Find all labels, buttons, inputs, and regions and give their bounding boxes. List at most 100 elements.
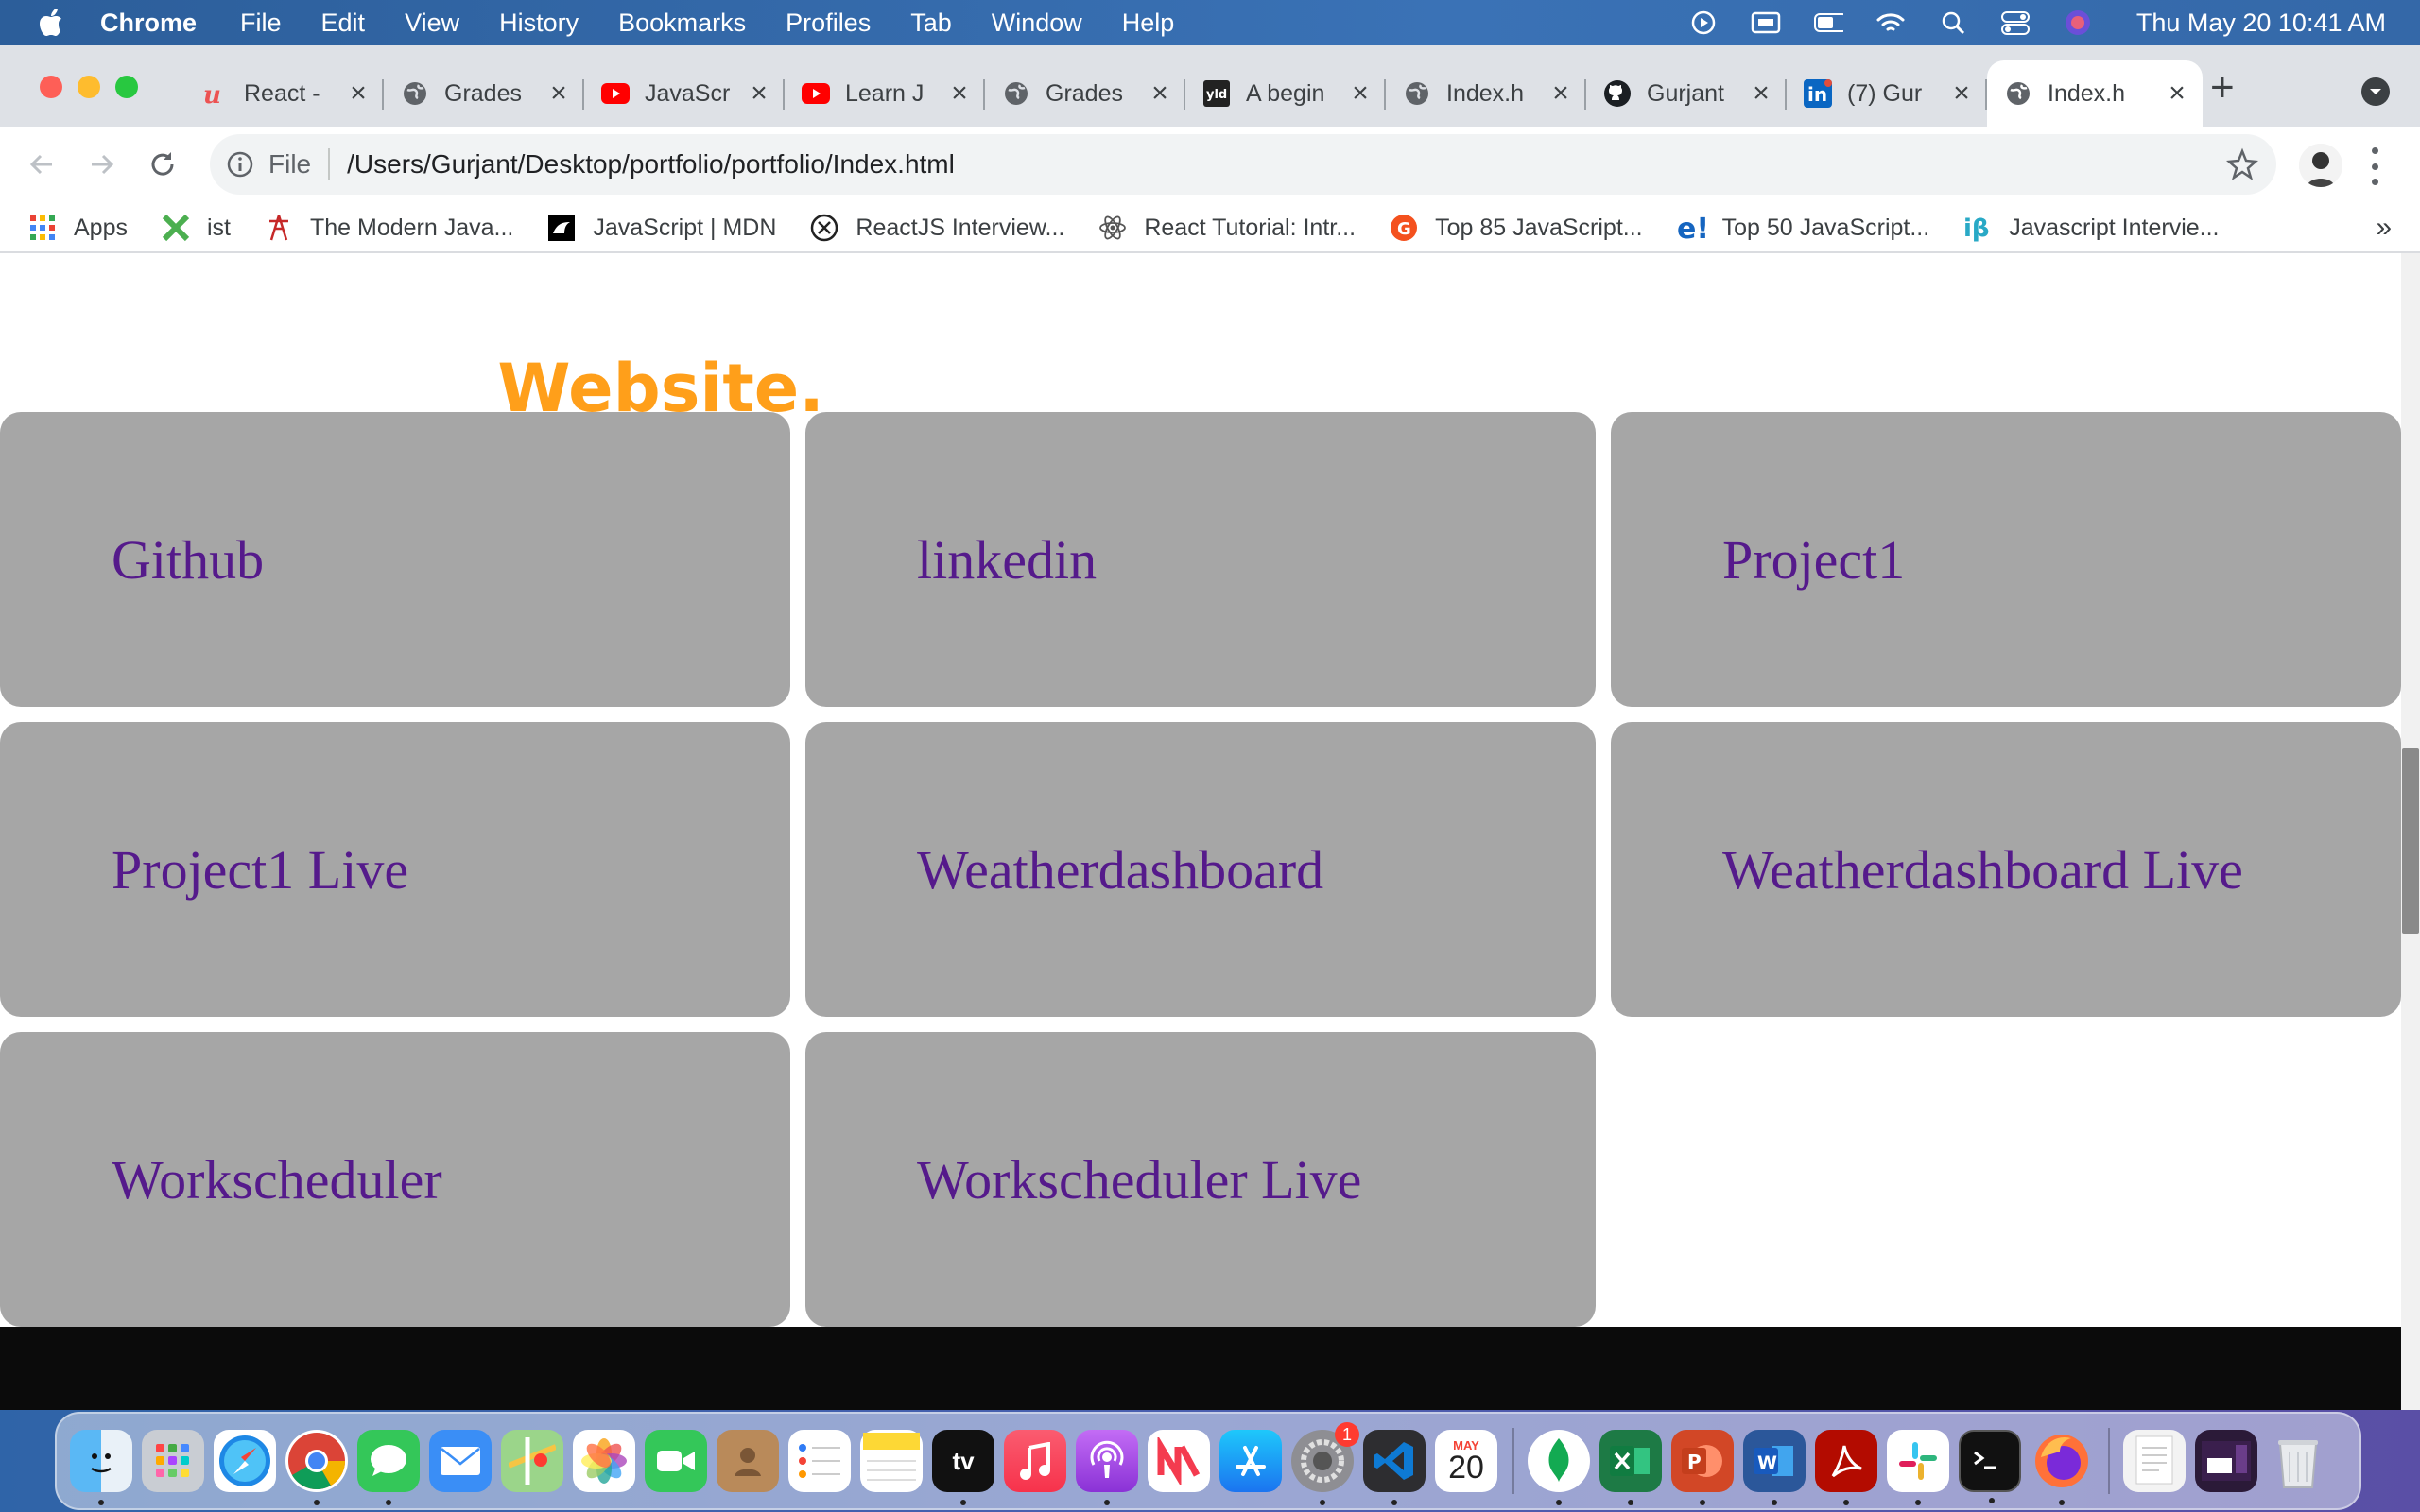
- menu-window[interactable]: Window: [992, 9, 1082, 38]
- tab-index-html[interactable]: Index.h ×: [1386, 60, 1586, 127]
- menu-view[interactable]: View: [405, 9, 459, 38]
- word-icon[interactable]: W: [1743, 1430, 1806, 1505]
- document-stack-icon[interactable]: [2123, 1430, 2186, 1492]
- screen-status-icon[interactable]: [1751, 8, 1781, 38]
- bookmark-javascript-interview[interactable]: iβ Javascript Intervie...: [1963, 214, 2219, 243]
- workscheduler-live-link-card[interactable]: Workscheduler Live: [805, 1032, 1596, 1327]
- apple-tv-icon[interactable]: tv: [932, 1430, 994, 1505]
- new-tab-button[interactable]: +: [2210, 64, 2235, 112]
- scrollbar-thumb[interactable]: [2402, 748, 2419, 934]
- tab-index-html-active[interactable]: Index.h ×: [1987, 60, 2203, 127]
- close-tab-icon[interactable]: ×: [344, 77, 372, 110]
- news-icon[interactable]: [1148, 1430, 1210, 1492]
- bookmark-reactjs-interview[interactable]: ReactJS Interview...: [810, 214, 1064, 242]
- excel-icon[interactable]: [1599, 1430, 1662, 1505]
- chrome-icon[interactable]: [285, 1430, 348, 1505]
- profile-avatar[interactable]: [2299, 144, 2342, 187]
- tab-react-udemy[interactable]: u React - ×: [183, 60, 384, 127]
- reminders-icon[interactable]: [788, 1430, 851, 1492]
- mail-icon[interactable]: [429, 1430, 492, 1492]
- workscheduler-link-card[interactable]: Workscheduler: [0, 1032, 790, 1327]
- reload-button[interactable]: [142, 144, 183, 185]
- close-tab-icon[interactable]: ×: [2163, 77, 2191, 110]
- launchpad-icon[interactable]: [142, 1430, 204, 1492]
- wifi-icon[interactable]: [1876, 8, 1906, 38]
- tab-a-beginner[interactable]: yld A begin ×: [1185, 60, 1386, 127]
- tab-grades-2[interactable]: Grades ×: [985, 60, 1185, 127]
- acrobat-icon[interactable]: [1815, 1430, 1877, 1505]
- bookmark-ist[interactable]: ist: [162, 214, 231, 242]
- chrome-menu-button[interactable]: [2365, 147, 2384, 185]
- vscode-icon[interactable]: [1363, 1430, 1426, 1505]
- tab-search-button[interactable]: [2361, 77, 2390, 106]
- close-tab-icon[interactable]: ×: [1346, 77, 1374, 110]
- spotlight-search-icon[interactable]: [1938, 8, 1968, 38]
- tab-gurjant-github[interactable]: Gurjant ×: [1586, 60, 1787, 127]
- tab-grades[interactable]: Grades ×: [384, 60, 584, 127]
- podcasts-icon[interactable]: [1076, 1430, 1138, 1505]
- app-store-icon[interactable]: [1219, 1430, 1282, 1492]
- site-info-icon[interactable]: [223, 147, 257, 181]
- music-icon[interactable]: [1004, 1430, 1066, 1492]
- zoom-window-button[interactable]: [115, 76, 138, 98]
- project1-live-link-card[interactable]: Project1 Live: [0, 722, 790, 1017]
- menu-bookmarks[interactable]: Bookmarks: [618, 9, 746, 38]
- slack-icon[interactable]: [1887, 1430, 1949, 1505]
- bookmark-mdn[interactable]: JavaScript | MDN: [547, 214, 776, 242]
- close-tab-icon[interactable]: ×: [1747, 77, 1775, 110]
- close-tab-icon[interactable]: ×: [1547, 77, 1575, 110]
- weatherdashboard-live-link-card[interactable]: Weatherdashboard Live: [1611, 722, 2401, 1017]
- window-preview-icon[interactable]: [2195, 1430, 2257, 1492]
- menu-file[interactable]: File: [240, 9, 282, 38]
- firefox-icon[interactable]: [2031, 1430, 2093, 1505]
- bookmark-modern-javascript[interactable]: The Modern Java...: [265, 214, 513, 242]
- menu-profiles[interactable]: Profiles: [786, 9, 871, 38]
- terminal-icon[interactable]: [1959, 1430, 2021, 1503]
- control-center-icon[interactable]: [2000, 8, 2031, 38]
- apple-logo-icon[interactable]: [40, 8, 66, 38]
- bookmark-star-icon[interactable]: [2225, 147, 2259, 181]
- menubar-clock[interactable]: Thu May 20 10:41 AM: [2136, 9, 2386, 38]
- menu-history[interactable]: History: [499, 9, 579, 38]
- linkedin-link-card[interactable]: linkedin: [805, 412, 1596, 707]
- play-status-icon[interactable]: [1688, 8, 1719, 38]
- tab-learn-youtube[interactable]: Learn J ×: [785, 60, 985, 127]
- messages-icon[interactable]: [357, 1430, 420, 1505]
- forward-button[interactable]: [81, 144, 123, 185]
- bookmark-react-tutorial[interactable]: React Tutorial: Intr...: [1098, 214, 1356, 242]
- close-tab-icon[interactable]: ×: [1146, 77, 1174, 110]
- tab-linkedin[interactable]: in (7) Gur ×: [1787, 60, 1987, 127]
- bookmark-apps[interactable]: Apps: [28, 214, 128, 242]
- contacts-icon[interactable]: [717, 1430, 779, 1492]
- calendar-icon[interactable]: MAY 20: [1435, 1430, 1497, 1492]
- system-preferences-icon[interactable]: 1: [1291, 1422, 1359, 1505]
- safari-icon[interactable]: [214, 1430, 276, 1492]
- close-tab-icon[interactable]: ×: [745, 77, 773, 110]
- url-text[interactable]: /Users/Gurjant/Desktop/portfolio/portfol…: [347, 149, 955, 180]
- bookmarks-overflow-button[interactable]: »: [2376, 212, 2392, 244]
- project1-link-card[interactable]: Project1: [1611, 412, 2401, 707]
- bookmark-top-85-javascript[interactable]: G Top 85 JavaScript...: [1390, 214, 1643, 242]
- bookmark-top-50-javascript[interactable]: e! Top 50 JavaScript...: [1677, 214, 1930, 242]
- menu-tab[interactable]: Tab: [910, 9, 952, 38]
- weatherdashboard-link-card[interactable]: Weatherdashboard: [805, 722, 1596, 1017]
- photos-icon[interactable]: [573, 1430, 635, 1492]
- siri-icon[interactable]: [2063, 8, 2093, 38]
- menu-app-name[interactable]: Chrome: [100, 9, 197, 38]
- menu-edit[interactable]: Edit: [321, 9, 366, 38]
- trash-icon[interactable]: [2267, 1430, 2329, 1492]
- close-window-button[interactable]: [40, 76, 62, 98]
- close-tab-icon[interactable]: ×: [1947, 77, 1976, 110]
- tab-javascript-youtube[interactable]: JavaScr ×: [584, 60, 785, 127]
- notes-icon[interactable]: [860, 1430, 923, 1492]
- menu-help[interactable]: Help: [1122, 9, 1175, 38]
- github-link-card[interactable]: Github: [0, 412, 790, 707]
- address-bar[interactable]: File /Users/Gurjant/Desktop/portfolio/po…: [210, 134, 2276, 195]
- close-tab-icon[interactable]: ×: [544, 77, 573, 110]
- powerpoint-icon[interactable]: P: [1671, 1430, 1734, 1505]
- minimize-window-button[interactable]: [78, 76, 100, 98]
- back-button[interactable]: [21, 144, 62, 185]
- battery-icon[interactable]: [1813, 8, 1843, 38]
- finder-icon[interactable]: [70, 1430, 132, 1505]
- maps-icon[interactable]: [501, 1430, 563, 1492]
